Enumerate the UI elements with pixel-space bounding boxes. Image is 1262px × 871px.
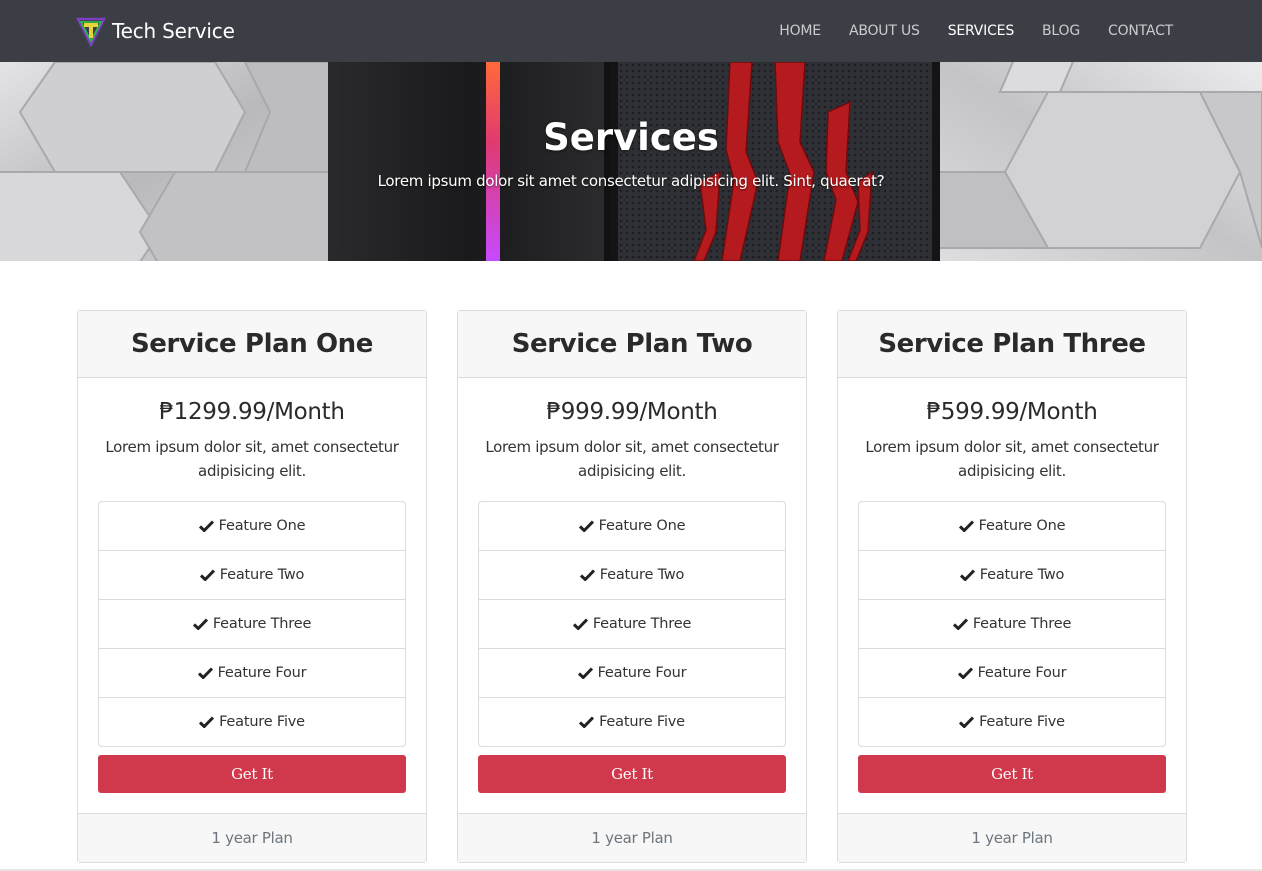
feature-item: Feature One xyxy=(859,502,1165,550)
nav-menu: HOME ABOUT US SERVICES BLOG CONTACT xyxy=(751,0,1173,62)
feature-item: Feature Three xyxy=(479,599,785,648)
feature-label: Feature One xyxy=(218,518,306,534)
check-icon xyxy=(198,520,214,532)
feature-label: Feature Four xyxy=(977,665,1067,681)
check-icon xyxy=(958,520,974,532)
feature-item: Feature One xyxy=(99,502,405,550)
plan-price: ₱599.99/Month xyxy=(926,399,1098,425)
feature-label: Feature Four xyxy=(217,665,307,681)
get-it-button[interactable]: Get It xyxy=(858,755,1166,793)
feature-label: Feature Four xyxy=(597,665,687,681)
nav-contact[interactable]: CONTACT xyxy=(1108,23,1173,39)
plan-description: Lorem ipsum dolor sit, amet consectetur … xyxy=(485,438,779,480)
plan-title: Service Plan Three xyxy=(878,329,1146,359)
nav-home[interactable]: HOME xyxy=(779,23,821,39)
nav-services[interactable]: SERVICES xyxy=(948,23,1015,39)
check-icon xyxy=(577,667,593,679)
feature-item: Feature Five xyxy=(99,697,405,746)
plan-footer: 1 year Plan xyxy=(458,813,806,862)
feature-label: Feature Three xyxy=(972,616,1072,632)
plan-footer: 1 year Plan xyxy=(838,813,1186,862)
plan-card-header: Service Plan Three xyxy=(838,311,1186,378)
check-icon xyxy=(199,569,215,581)
check-icon xyxy=(957,667,973,679)
feature-label: Feature Two xyxy=(599,567,685,583)
feature-label: Feature One xyxy=(978,518,1066,534)
get-it-button[interactable]: Get It xyxy=(98,755,406,793)
feature-item: Feature Two xyxy=(99,550,405,599)
plan-card-two: Service Plan Two ₱999.99/Month Lorem ips… xyxy=(457,310,807,863)
check-icon xyxy=(192,618,208,630)
plan-card-header: Service Plan One xyxy=(78,311,426,378)
feature-item: Feature Two xyxy=(859,550,1165,599)
check-icon xyxy=(952,618,968,630)
plan-card-one: Service Plan One ₱1299.99/Month Lorem ip… xyxy=(77,310,427,863)
feature-label: Feature One xyxy=(598,518,686,534)
feature-label: Feature Five xyxy=(599,714,685,730)
plan-title: Service Plan One xyxy=(130,329,374,359)
check-icon xyxy=(578,520,594,532)
page-subtitle: Lorem ipsum dolor sit amet consectetur a… xyxy=(377,172,885,190)
tech-logo-icon xyxy=(76,17,106,47)
page-title: Services xyxy=(543,116,719,159)
plan-price: ₱1299.99/Month xyxy=(159,399,345,425)
feature-item: Feature Five xyxy=(479,697,785,746)
check-icon xyxy=(579,716,595,728)
feature-label: Feature Five xyxy=(219,714,305,730)
hero-banner: Services Lorem ipsum dolor sit amet cons… xyxy=(0,62,1262,261)
check-icon xyxy=(199,716,215,728)
get-it-button[interactable]: Get It xyxy=(478,755,786,793)
plan-description: Lorem ipsum dolor sit, amet consectetur … xyxy=(865,438,1159,480)
plan-footer: 1 year Plan xyxy=(78,813,426,862)
plan-card-three: Service Plan Three ₱599.99/Month Lorem i… xyxy=(837,310,1187,863)
feature-item: Feature Three xyxy=(859,599,1165,648)
check-icon xyxy=(959,569,975,581)
check-icon xyxy=(197,667,213,679)
check-icon xyxy=(579,569,595,581)
check-icon xyxy=(959,716,975,728)
brand-link[interactable]: Tech Service xyxy=(76,14,235,48)
feature-item: Feature Four xyxy=(859,648,1165,697)
plan-card-header: Service Plan Two xyxy=(458,311,806,378)
feature-list: Feature One Feature Two Feature Three Fe… xyxy=(98,501,406,747)
nav-blog[interactable]: BLOG xyxy=(1042,23,1080,39)
feature-item: Feature Three xyxy=(99,599,405,648)
feature-item: Feature Five xyxy=(859,697,1165,746)
feature-label: Feature Two xyxy=(219,567,305,583)
feature-item: Feature One xyxy=(479,502,785,550)
feature-label: Feature Three xyxy=(592,616,692,632)
navbar: Tech Service HOME ABOUT US SERVICES BLOG… xyxy=(0,0,1262,62)
check-icon xyxy=(572,618,588,630)
hero-background-image xyxy=(0,62,1262,261)
feature-label: Feature Two xyxy=(979,567,1065,583)
feature-item: Feature Four xyxy=(479,648,785,697)
feature-item: Feature Two xyxy=(479,550,785,599)
feature-label: Feature Three xyxy=(212,616,312,632)
feature-list: Feature One Feature Two Feature Three Fe… xyxy=(858,501,1166,747)
plan-price: ₱999.99/Month xyxy=(546,399,718,425)
feature-label: Feature Five xyxy=(979,714,1065,730)
feature-item: Feature Four xyxy=(99,648,405,697)
feature-list: Feature One Feature Two Feature Three Fe… xyxy=(478,501,786,747)
brand-name: Tech Service xyxy=(112,19,235,43)
plan-description: Lorem ipsum dolor sit, amet consectetur … xyxy=(105,438,399,480)
plan-title: Service Plan Two xyxy=(511,329,753,359)
nav-about-us[interactable]: ABOUT US xyxy=(849,23,920,39)
